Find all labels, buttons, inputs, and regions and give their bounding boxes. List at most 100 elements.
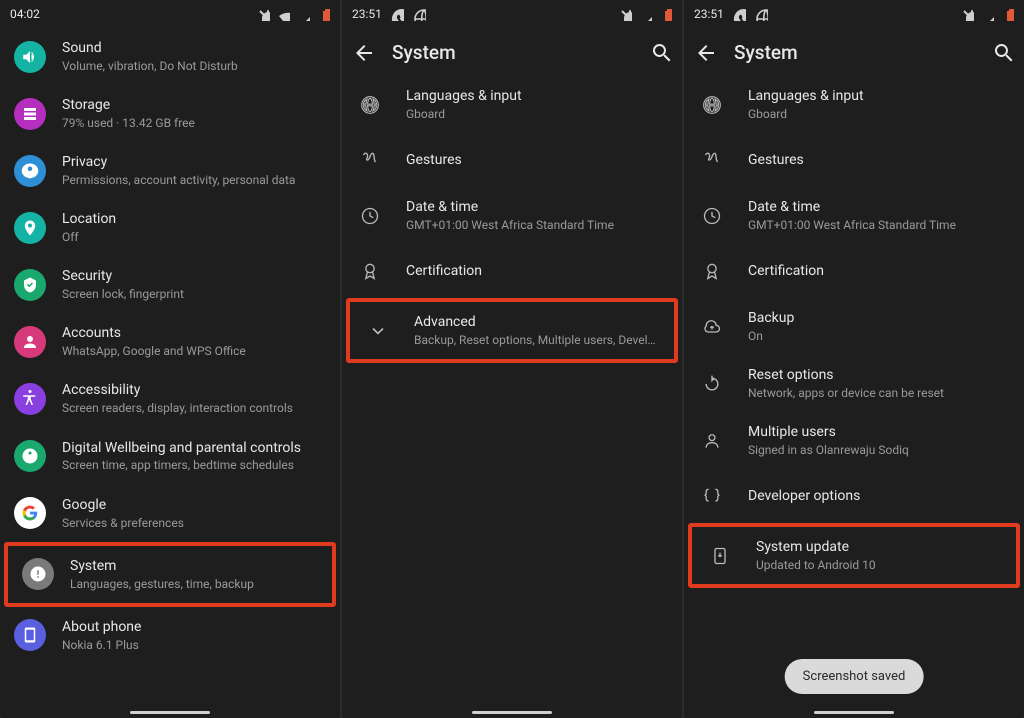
dnd-icon [960, 7, 974, 21]
settings-item-accounts[interactable]: AccountsWhatsApp, Google and WPS Office [0, 313, 340, 370]
item-subtitle: Volume, vibration, Do Not Disturb [62, 58, 328, 74]
whatsapp-icon [390, 7, 404, 21]
storage-icon [14, 98, 46, 130]
item-subtitle: Gboard [406, 106, 670, 122]
item-subtitle: Screen time, app timers, bedtime schedul… [62, 457, 328, 473]
battery-icon [658, 7, 672, 21]
item-subtitle: Off [62, 229, 328, 245]
battery-icon [316, 7, 330, 21]
badge-icon [356, 255, 384, 287]
item-subtitle: Gboard [748, 106, 1012, 122]
system-item-certification[interactable]: Certification [342, 244, 682, 298]
settings-item-storage[interactable]: Storage79% used · 13.42 GB free [0, 85, 340, 142]
chevdown-icon [364, 315, 392, 347]
system-item-devopt[interactable]: Developer options [684, 469, 1024, 523]
globe-icon [356, 89, 384, 121]
back-icon[interactable] [352, 41, 374, 63]
item-subtitle: GMT+01:00 West Africa Standard Time [748, 217, 1012, 233]
about-icon [14, 619, 46, 651]
system-item-langinput[interactable]: Languages & inputGboard [684, 76, 1024, 133]
google-icon [14, 497, 46, 529]
toast-screenshot-saved: Screenshot saved [785, 659, 924, 694]
signal-icon [296, 7, 310, 21]
security-icon [14, 269, 46, 301]
system-item-datetime[interactable]: Date & timeGMT+01:00 West Africa Standar… [342, 187, 682, 244]
item-title: System [70, 557, 320, 576]
wellbeing-icon [14, 440, 46, 472]
search-icon[interactable] [650, 41, 672, 63]
settings-item-location[interactable]: LocationOff [0, 199, 340, 256]
settings-item-security[interactable]: SecurityScreen lock, fingerprint [0, 256, 340, 313]
item-title: Date & time [406, 198, 670, 217]
system-item-gestures[interactable]: Gestures [684, 133, 1024, 187]
item-title: Privacy [62, 153, 328, 172]
settings-item-accessibility[interactable]: AccessibilityScreen readers, display, in… [0, 370, 340, 427]
browser-icon [754, 7, 768, 21]
clock-icon [356, 200, 384, 232]
settings-item-sound[interactable]: SoundVolume, vibration, Do Not Disturb [0, 28, 340, 85]
clock-icon [698, 200, 726, 232]
item-subtitle: WhatsApp, Google and WPS Office [62, 343, 328, 359]
system-icon [22, 558, 54, 590]
pane-system-expanded: 23:51 System Languages & inputGboard Gest… [684, 0, 1024, 718]
system-item-certification[interactable]: Certification [684, 244, 1024, 298]
nav-handle[interactable] [472, 711, 552, 714]
item-title: Security [62, 267, 328, 286]
system-item-reset[interactable]: Reset optionsNetwork, apps or device can… [684, 355, 1024, 412]
item-subtitle: Permissions, account activity, personal … [62, 172, 328, 188]
system-item-sysupdate[interactable]: System updateUpdated to Android 10 [688, 523, 1020, 588]
settings-item-google[interactable]: GoogleServices & preferences [0, 485, 340, 542]
braces-icon [698, 480, 726, 512]
item-title: Languages & input [748, 87, 1012, 106]
item-title: System update [756, 538, 1004, 557]
item-title: Sound [62, 39, 328, 58]
item-subtitle: Services & preferences [62, 515, 328, 531]
system-item-langinput[interactable]: Languages & inputGboard [342, 76, 682, 133]
system-list[interactable]: Languages & inputGboard Gestures Date & ti… [684, 76, 1024, 718]
settings-item-about[interactable]: About phoneNokia 6.1 Plus [0, 607, 340, 664]
search-icon[interactable] [992, 41, 1014, 63]
item-subtitle: Languages, gestures, time, backup [70, 576, 320, 592]
item-title: Gestures [406, 151, 670, 170]
nav-handle[interactable] [130, 711, 210, 714]
settings-list[interactable]: SoundVolume, vibration, Do Not DisturbSt… [0, 28, 340, 718]
item-title: About phone [62, 618, 328, 637]
item-subtitle: Network, apps or device can be reset [748, 385, 1012, 401]
item-title: Reset options [748, 366, 1012, 385]
page-title: System [392, 41, 632, 64]
system-item-datetime[interactable]: Date & timeGMT+01:00 West Africa Standar… [684, 187, 1024, 244]
system-item-gestures[interactable]: Gestures [342, 133, 682, 187]
settings-item-wellbeing[interactable]: Digital Wellbeing and parental controlsS… [0, 428, 340, 485]
status-bar: 04:02 [0, 0, 340, 28]
status-bar: 23:51 [684, 0, 1024, 28]
pane-system: 23:51 System Languages & inputGboard Gest… [342, 0, 682, 718]
system-item-multuser[interactable]: Multiple usersSigned in as Olanrewaju So… [684, 412, 1024, 469]
back-icon[interactable] [694, 41, 716, 63]
item-title: Gestures [748, 151, 1012, 170]
privacy-icon [14, 155, 46, 187]
app-bar: System [684, 28, 1024, 76]
battery-icon [1000, 7, 1014, 21]
item-title: Advanced [414, 313, 662, 332]
person-icon [698, 425, 726, 457]
cloud-icon [698, 311, 726, 343]
dnd-icon [256, 7, 270, 21]
signal-icon [638, 7, 652, 21]
update-icon [706, 540, 734, 572]
status-bar: 23:51 [342, 0, 682, 28]
system-item-advanced[interactable]: AdvancedBackup, Reset options, Multiple … [346, 298, 678, 363]
settings-item-privacy[interactable]: PrivacyPermissions, account activity, pe… [0, 142, 340, 199]
system-list[interactable]: Languages & inputGboard Gestures Date & ti… [342, 76, 682, 718]
settings-item-system[interactable]: SystemLanguages, gestures, time, backup [4, 542, 336, 607]
system-item-backup[interactable]: BackupOn [684, 298, 1024, 355]
clock-text: 23:51 [352, 7, 382, 21]
item-title: Multiple users [748, 423, 1012, 442]
signal-icon [980, 7, 994, 21]
item-subtitle: GMT+01:00 West Africa Standard Time [406, 217, 670, 233]
wifi-icon [276, 7, 290, 21]
gesture-icon [356, 144, 384, 176]
item-title: Accounts [62, 324, 328, 343]
globe-icon [698, 89, 726, 121]
nav-handle[interactable] [814, 711, 894, 714]
item-subtitle: Updated to Android 10 [756, 557, 1004, 573]
